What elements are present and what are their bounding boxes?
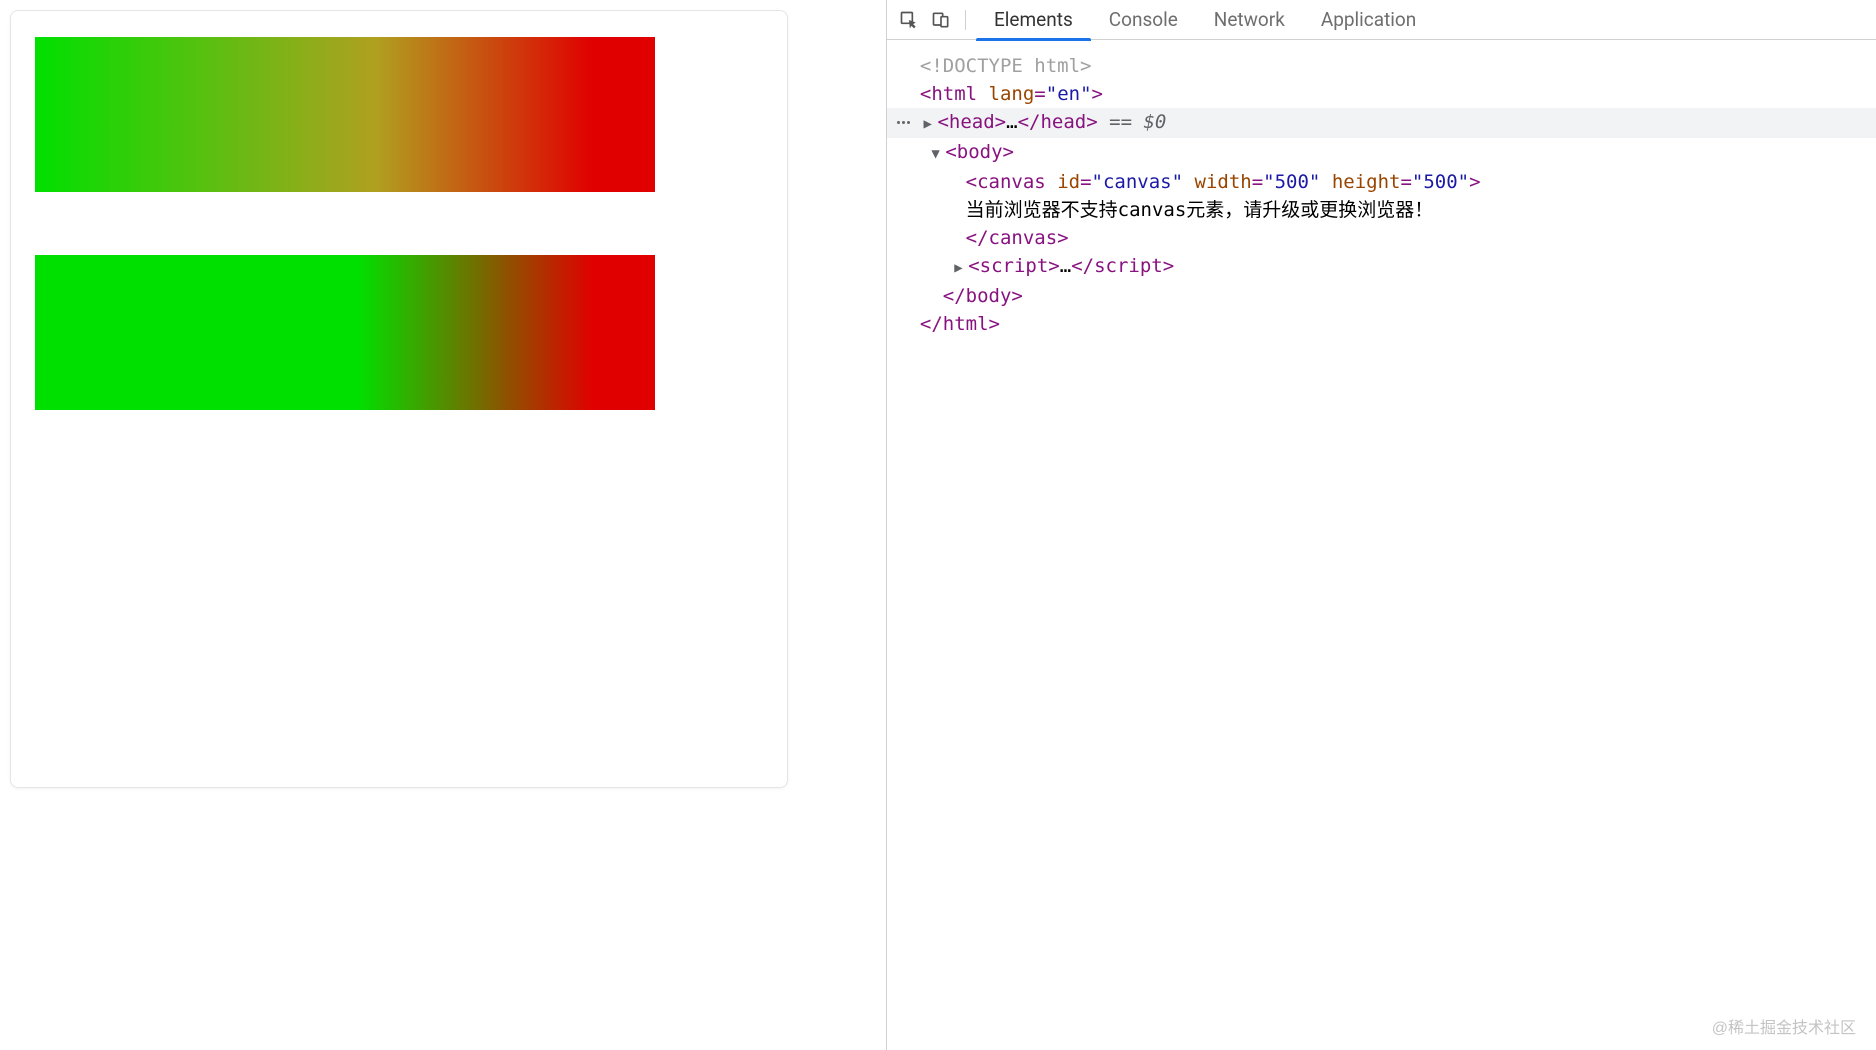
canvas-element — [10, 10, 788, 788]
tab-elements[interactable]: Elements — [976, 0, 1091, 40]
line-actions-icon[interactable] — [897, 121, 910, 124]
inspect-element-icon[interactable] — [895, 6, 923, 34]
dom-canvas-text[interactable]: 当前浏览器不支持canvas元素，请升级或更换浏览器！ — [887, 196, 1876, 224]
dom-canvas-close[interactable]: </canvas> — [887, 224, 1876, 252]
dom-body-open[interactable]: ▼<body> — [887, 138, 1876, 168]
tab-network[interactable]: Network — [1196, 0, 1303, 40]
device-toolbar-icon[interactable] — [927, 6, 955, 34]
tab-console[interactable]: Console — [1091, 0, 1196, 40]
dom-tree[interactable]: <!DOCTYPE html> <html lang="en"> ▶<head>… — [887, 40, 1876, 350]
dom-html-close[interactable]: </html> — [887, 310, 1876, 338]
devtools-tabbar: Elements Console Network Application — [887, 0, 1876, 40]
devtools-panel: Elements Console Network Application <!D… — [886, 0, 1876, 1050]
dom-canvas-open[interactable]: <canvas id="canvas" width="500" height="… — [887, 168, 1876, 196]
gradient-bar-1 — [35, 37, 655, 192]
dom-doctype[interactable]: <!DOCTYPE html> — [887, 52, 1876, 80]
watermark: @稀土掘金技术社区 — [1712, 1014, 1856, 1038]
separator — [965, 10, 966, 30]
dom-body-close[interactable]: </body> — [887, 282, 1876, 310]
dom-head[interactable]: ▶<head>…</head> == $0 — [887, 108, 1876, 138]
page-preview-pane — [0, 0, 886, 1050]
dom-script[interactable]: ▶<script>…</script> — [887, 252, 1876, 282]
dom-html-open[interactable]: <html lang="en"> — [887, 80, 1876, 108]
tab-application[interactable]: Application — [1303, 0, 1434, 40]
gradient-bar-2 — [35, 255, 655, 410]
